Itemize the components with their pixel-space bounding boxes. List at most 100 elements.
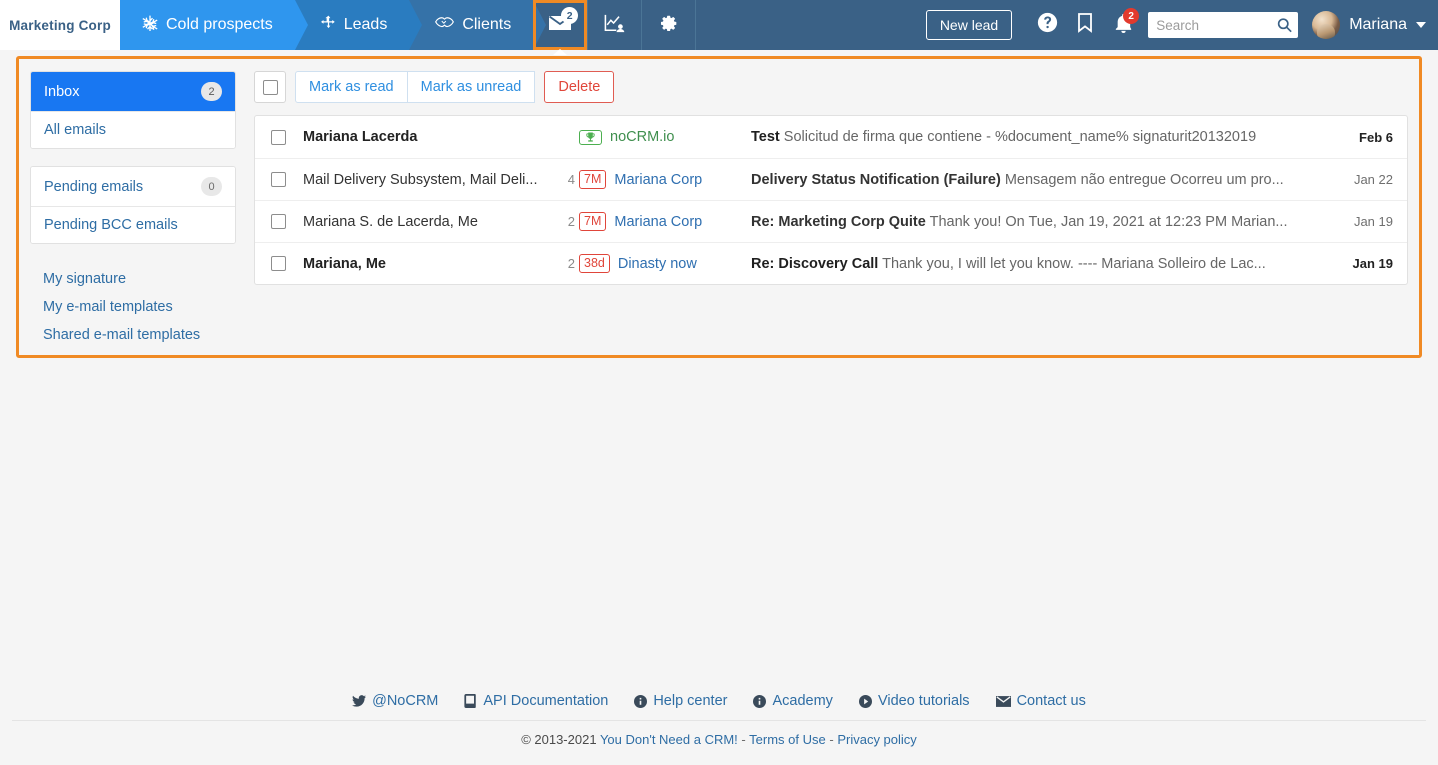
footer-link-academy[interactable]: Academy: [753, 693, 833, 709]
book-icon: [464, 694, 477, 708]
email-subject: Re: Discovery Call: [751, 255, 879, 272]
envelope-icon: [995, 695, 1011, 707]
sidebar-group-pending: Pending emails 0 Pending BCC emails: [30, 166, 236, 244]
sidebar-item-my-email-templates[interactable]: My e-mail templates: [32, 293, 234, 321]
copyright-text: © 2013-2021: [521, 732, 597, 747]
sidebar-item-label: Pending emails: [44, 178, 144, 195]
nav-tab-label: Clients: [462, 16, 512, 33]
mail-unread-badge: 2: [561, 7, 579, 24]
email-preview: Thank you! On Tue, Jan 19, 2021 at 12:23…: [929, 213, 1288, 230]
email-sender: Mariana Lacerda: [303, 129, 418, 145]
email-thread-count: 2: [567, 256, 575, 271]
notification-count-badge: 2: [1123, 8, 1140, 24]
handshake-icon: [435, 15, 455, 35]
table-row[interactable]: Mariana S. de Lacerda, Me 2 7M Mariana C…: [255, 200, 1407, 242]
sidebar-divider: [30, 149, 236, 166]
sidebar-item-pending-bcc-emails[interactable]: Pending BCC emails: [31, 206, 235, 243]
sidebar-group-links: My signature My e-mail templates Shared …: [30, 261, 236, 349]
row-checkbox[interactable]: [271, 129, 303, 145]
nav-tab-emails[interactable]: 2: [533, 0, 588, 50]
chevron-down-icon: [1416, 22, 1426, 28]
footer-terms-link[interactable]: Terms of Use: [749, 732, 826, 747]
checkbox-box: [271, 256, 286, 271]
email-sender: Mariana, Me: [303, 255, 386, 272]
email-sender: Mariana S. de Lacerda, Me: [303, 213, 478, 230]
checkbox-box: [271, 214, 286, 229]
info-icon: [753, 694, 767, 708]
brand-logo[interactable]: Marketing Corp: [0, 0, 120, 50]
separator: -: [741, 732, 746, 747]
bookmark-button[interactable]: [1066, 5, 1104, 45]
email-tag-link[interactable]: noCRM.io: [610, 129, 674, 145]
nav-tab-clients[interactable]: Clients: [409, 0, 547, 50]
select-all-checkbox[interactable]: [254, 71, 286, 103]
email-tag-link[interactable]: Dinasty now: [618, 256, 697, 272]
footer-link-label: Help center: [653, 693, 728, 709]
footer-link-api-documentation[interactable]: API Documentation: [464, 693, 608, 709]
email-subject-preview: Test Solicitud de firma que contiene - %…: [751, 129, 1337, 145]
table-row[interactable]: Mariana, Me 2 38d Dinasty now Re: Discov…: [255, 242, 1407, 284]
primary-nav-tabs: Cold prospects Leads Clients: [120, 0, 547, 50]
email-subject: Delivery Status Notification (Failure): [751, 171, 1001, 188]
email-age-badge: 38d: [579, 253, 610, 274]
mark-as-unread-button[interactable]: Mark as unread: [407, 71, 536, 103]
footer-link-twitter[interactable]: @NoCRM: [352, 693, 438, 709]
email-date: Jan 19: [1352, 256, 1393, 271]
footer-link-label: Contact us: [1016, 693, 1086, 709]
help-button[interactable]: [1028, 5, 1066, 45]
checkbox-box: [271, 129, 286, 145]
email-date: Feb 6: [1359, 129, 1393, 145]
nav-tab-cold-prospects[interactable]: Cold prospects: [120, 0, 308, 50]
sidebar-item-label: Pending BCC emails: [44, 217, 178, 233]
email-thread-count: 4: [567, 172, 575, 187]
sidebar-item-label: Inbox: [44, 83, 80, 100]
email-toolbar: Mark as read Mark as unread Delete: [254, 71, 1408, 103]
notifications-button[interactable]: 2: [1104, 5, 1142, 45]
info-icon: [634, 694, 648, 708]
page-footer: @NoCRM API Documentation Help center Aca…: [0, 693, 1438, 765]
table-row[interactable]: Mail Delivery Subsystem, Mail Deli... 4 …: [255, 158, 1407, 200]
email-tag-link[interactable]: Mariana Corp: [614, 172, 702, 188]
nav-tab-statistics[interactable]: [587, 0, 641, 50]
sidebar-item-all-emails[interactable]: All emails: [31, 111, 235, 148]
footer-link-label: @NoCRM: [372, 693, 439, 709]
nav-tab-leads[interactable]: Leads: [294, 0, 422, 50]
separator: -: [829, 732, 834, 747]
row-checkbox[interactable]: [271, 256, 303, 271]
new-lead-button[interactable]: New lead: [925, 10, 1013, 40]
sidebar-item-inbox[interactable]: Inbox 2: [31, 72, 235, 111]
footer-privacy-link[interactable]: Privacy policy: [837, 732, 916, 747]
user-menu[interactable]: Mariana: [1312, 11, 1426, 39]
sidebar-item-shared-email-templates[interactable]: Shared e-mail templates: [32, 321, 234, 349]
email-subject: Re: Marketing Corp Quite: [751, 213, 926, 230]
footer-link-video-tutorials[interactable]: Video tutorials: [858, 693, 970, 709]
email-preview: Solicitud de firma que contiene - %docum…: [783, 129, 1257, 145]
delete-button[interactable]: Delete: [544, 71, 615, 103]
email-subject-preview: Delivery Status Notification (Failure) M…: [751, 172, 1337, 188]
pending-count-badge: 0: [201, 177, 222, 196]
sidebar-item-pending-emails[interactable]: Pending emails 0: [31, 167, 235, 206]
sidebar-divider-2: [30, 244, 236, 261]
row-checkbox[interactable]: [271, 214, 303, 229]
email-tag-group: 7M Mariana Corp: [579, 211, 751, 232]
search-input[interactable]: [1148, 12, 1299, 38]
topbar-right-actions: New lead 2 Search Mariana: [925, 0, 1438, 50]
email-tag-link[interactable]: Mariana Corp: [614, 214, 702, 230]
mark-as-read-button[interactable]: Mark as read: [295, 71, 408, 103]
email-date: Jan 19: [1353, 214, 1393, 229]
nav-divider: [695, 0, 697, 50]
footer-link-contact-us[interactable]: Contact us: [995, 693, 1086, 709]
table-row[interactable]: Mariana Lacerda noCRM.io Test Solicitud …: [255, 116, 1407, 158]
nav-tab-settings[interactable]: [641, 0, 695, 50]
email-age-badge: 7M: [579, 169, 607, 190]
footer-link-help-center[interactable]: Help center: [634, 693, 727, 709]
inbox-count-badge: 2: [201, 82, 222, 101]
footer-brand-link[interactable]: You Don't Need a CRM!: [600, 732, 738, 747]
email-sender: Mail Delivery Subsystem, Mail Deli...: [303, 171, 538, 188]
email-subject: Test: [751, 129, 780, 145]
chart-user-icon: [603, 13, 626, 38]
row-checkbox[interactable]: [271, 172, 303, 187]
sidebar-item-my-signature[interactable]: My signature: [32, 265, 234, 293]
email-tag-group: 7M Mariana Corp: [579, 169, 751, 190]
compass-icon: [320, 15, 336, 35]
